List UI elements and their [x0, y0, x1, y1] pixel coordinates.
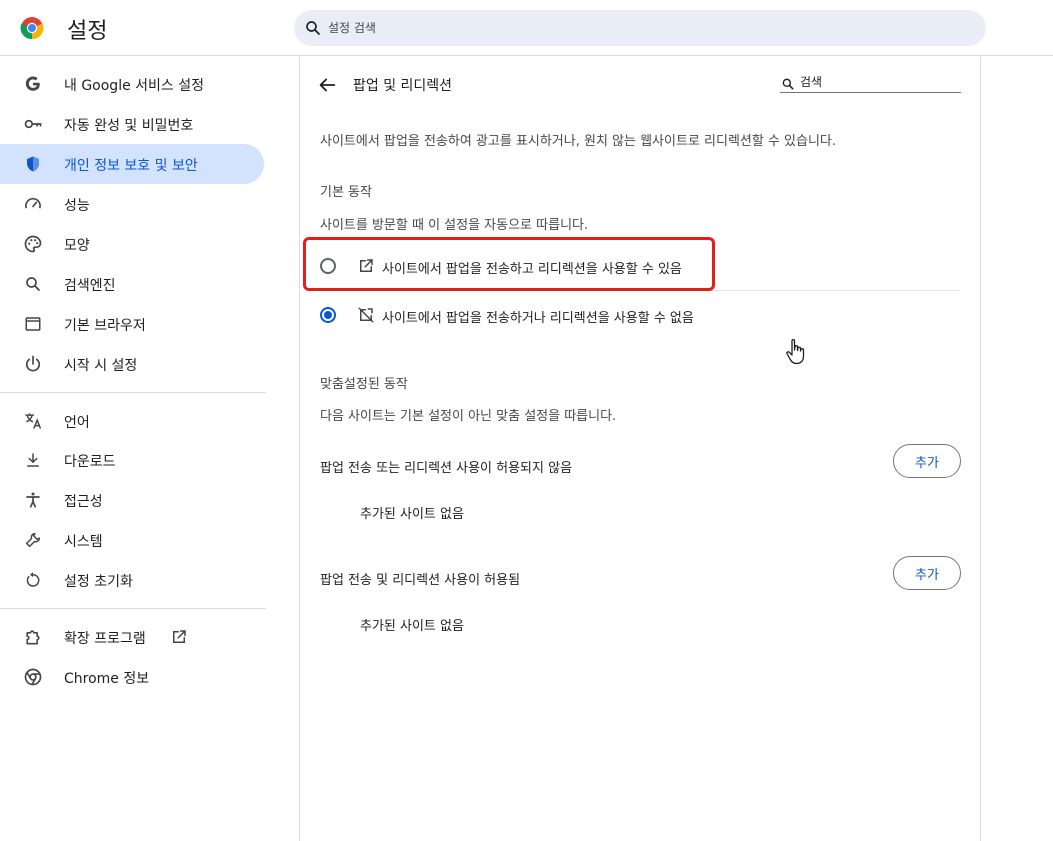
- open-in-new-icon: [173, 630, 186, 643]
- sidebar: 내 Google 서비스 설정 자동 완성 및 비밀번호 개인 정보 보호 및 …: [0, 57, 270, 841]
- blocked-empty-text: 추가된 사이트 없음: [360, 507, 464, 522]
- blocked-list-label: 팝업 전송 또는 리디렉션 사용이 허용되지 않음: [320, 461, 573, 476]
- sidebar-item-on-startup[interactable]: 시작 시 설정: [0, 344, 264, 384]
- sidebar-item-label: Chrome 정보: [64, 671, 150, 687]
- allowed-list-label: 팝업 전송 및 리디렉션 사용이 허용됨: [320, 573, 521, 588]
- search-icon: [306, 21, 320, 35]
- sidebar-item-languages[interactable]: 언어: [0, 401, 264, 441]
- puzzle-icon: [23, 627, 43, 647]
- sidebar-item-system[interactable]: 시스템: [0, 520, 264, 560]
- sidebar-item-label: 설정 초기화: [64, 574, 133, 590]
- search-icon: [782, 78, 794, 90]
- popup-blocked-icon: [358, 307, 374, 323]
- sidebar-item-google-services[interactable]: 내 Google 서비스 설정: [0, 64, 264, 104]
- google-icon: [23, 74, 43, 94]
- sidebar-item-accessibility[interactable]: 접근성: [0, 480, 264, 520]
- sidebar-item-label: 검색엔진: [64, 278, 116, 294]
- radio-option-block[interactable]: 사이트에서 팝업을 전송하거나 리디렉션을 사용할 수 없음: [320, 291, 960, 339]
- panel-search[interactable]: [780, 73, 961, 93]
- sidebar-item-label: 접근성: [64, 494, 103, 510]
- open-in-new-icon: [360, 259, 373, 272]
- sidebar-item-default-browser[interactable]: 기본 브라우저: [0, 304, 264, 344]
- default-behavior-heading: 기본 동작: [320, 185, 372, 200]
- add-blocked-site-button[interactable]: 추가: [893, 444, 961, 478]
- sidebar-item-label: 개인 정보 보호 및 보안: [64, 158, 198, 174]
- accessibility-icon: [23, 490, 43, 510]
- panel-search-input[interactable]: [800, 73, 958, 91]
- sidebar-item-appearance[interactable]: 모양: [0, 224, 264, 264]
- download-icon: [23, 450, 43, 470]
- browser-window-icon: [23, 314, 43, 334]
- page-title: 팝업 및 리디렉션: [353, 78, 453, 94]
- app-title: 설정: [67, 19, 108, 44]
- sidebar-item-reset-settings[interactable]: 설정 초기화: [0, 560, 264, 600]
- translate-icon: [23, 411, 43, 431]
- sidebar-item-downloads[interactable]: 다운로드: [0, 440, 264, 480]
- settings-search-input[interactable]: [328, 17, 928, 39]
- settings-search-bar[interactable]: [294, 10, 986, 46]
- sidebar-item-autofill[interactable]: 자동 완성 및 비밀번호: [0, 104, 264, 144]
- page-description: 사이트에서 팝업을 전송하여 광고를 표시하거나, 원치 않는 웹사이트로 리디…: [320, 134, 837, 149]
- radio-label-block: 사이트에서 팝업을 전송하거나 리디렉션을 사용할 수 없음: [382, 311, 694, 326]
- radio-label-allow: 사이트에서 팝업을 전송하고 리디렉션을 사용할 수 있음: [382, 262, 682, 277]
- sidebar-item-label: 시스템: [64, 534, 103, 550]
- chrome-icon: [23, 667, 43, 687]
- chrome-logo-icon: [20, 17, 44, 40]
- power-icon: [23, 354, 43, 374]
- sidebar-item-label: 내 Google 서비스 설정: [64, 78, 204, 94]
- sidebar-divider: [0, 608, 266, 609]
- key-icon: [23, 114, 43, 134]
- reset-icon: [23, 570, 43, 590]
- sidebar-item-label: 자동 완성 및 비밀번호: [64, 118, 194, 134]
- default-behavior-subtext: 사이트를 방문할 때 이 설정을 자동으로 따릅니다.: [320, 218, 589, 233]
- hand-cursor-icon: [786, 339, 805, 365]
- sidebar-item-label: 기본 브라우저: [64, 318, 146, 334]
- search-icon: [23, 274, 43, 294]
- radio-option-allow[interactable]: 사이트에서 팝업을 전송하고 리디렉션을 사용할 수 있음: [320, 242, 960, 290]
- sidebar-item-label: 확장 프로그램: [64, 631, 146, 647]
- sidebar-item-search-engine[interactable]: 검색엔진: [0, 264, 264, 304]
- sidebar-item-label: 다운로드: [64, 454, 116, 470]
- custom-behavior-subtext: 다음 사이트는 기본 설정이 아닌 맞춤 설정을 따릅니다.: [320, 409, 617, 424]
- sidebar-item-label: 성능: [64, 198, 90, 214]
- sidebar-item-privacy-security[interactable]: 개인 정보 보호 및 보안: [0, 144, 264, 184]
- shield-icon: [23, 154, 43, 174]
- palette-icon: [23, 234, 43, 254]
- sidebar-item-label: 시작 시 설정: [64, 358, 138, 374]
- custom-behavior-heading: 맞춤설정된 동작: [320, 377, 408, 392]
- sidebar-item-extensions[interactable]: 확장 프로그램: [0, 617, 264, 657]
- wrench-icon: [23, 530, 43, 550]
- speedometer-icon: [23, 194, 43, 214]
- settings-panel: 팝업 및 리디렉션 사이트에서 팝업을 전송하여 광고를 표시하거나, 원치 않…: [299, 57, 981, 841]
- top-bar: 설정: [0, 0, 1053, 56]
- radio-button-allow[interactable]: [320, 258, 336, 274]
- allowed-empty-text: 추가된 사이트 없음: [360, 619, 464, 634]
- sidebar-divider: [0, 392, 266, 393]
- radio-button-block[interactable]: [320, 307, 336, 323]
- add-allowed-site-button[interactable]: 추가: [893, 556, 961, 590]
- sidebar-item-about-chrome[interactable]: Chrome 정보: [0, 657, 264, 697]
- back-arrow-icon[interactable]: [316, 74, 338, 96]
- sidebar-item-label: 언어: [64, 415, 90, 431]
- sidebar-item-label: 모양: [64, 238, 90, 254]
- sidebar-item-performance[interactable]: 성능: [0, 184, 264, 224]
